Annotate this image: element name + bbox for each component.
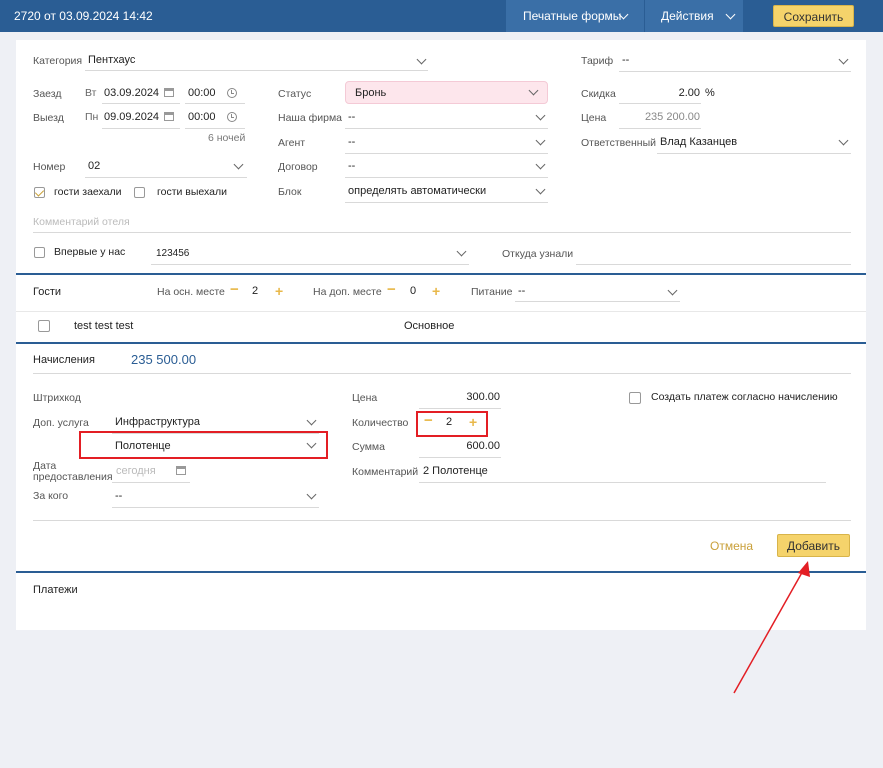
agent-select[interactable]: -- [348, 136, 355, 148]
booking-price-value: 235 200.00 [644, 111, 700, 123]
status-label: Статус [278, 88, 312, 100]
block-label: Блок [278, 186, 302, 198]
guests-checked-out-label: гости выехали [157, 186, 227, 198]
for-whom-select[interactable]: -- [115, 490, 122, 502]
charge-price-input[interactable]: 300.00 [420, 391, 500, 403]
checkin-date-input[interactable]: 03.09.2024 [104, 87, 159, 99]
category-select[interactable]: Пентхаус [88, 54, 135, 66]
actions-menu[interactable]: Действия [645, 0, 743, 32]
food-select[interactable]: -- [518, 285, 525, 297]
calendar-icon[interactable] [176, 466, 186, 475]
first-time-select[interactable]: 123456 [156, 248, 189, 259]
page-title: 2720 от 03.09.2024 14:42 [14, 9, 153, 23]
contract-select[interactable]: -- [348, 160, 355, 172]
discount-input[interactable]: 2.00 [620, 87, 700, 99]
check-icon [34, 187, 45, 197]
discount-label: Скидка [581, 88, 616, 100]
price-label: Цена [581, 112, 607, 124]
guests-checked-in-label: гости заехали [54, 186, 122, 198]
agent-label: Агент [278, 137, 306, 149]
main-place-value[interactable]: 2 [252, 285, 258, 297]
create-payment-label: Создать платеж согласно начислению [651, 391, 838, 403]
plus-icon[interactable]: + [432, 284, 440, 298]
subservice-select[interactable]: Полотенце [115, 440, 171, 452]
arrow-head [798, 561, 810, 577]
room-label: Номер [33, 161, 66, 173]
chevron-down-icon [725, 9, 736, 20]
checkin-day: Вт [85, 87, 97, 99]
sum-label: Сумма [352, 441, 385, 453]
annotation-arrow [733, 561, 810, 694]
responsible-select[interactable]: Влад Казанцев [660, 136, 737, 148]
room-select[interactable]: 02 [88, 160, 100, 172]
chevron-down-icon [528, 85, 539, 96]
tariff-select[interactable]: -- [622, 54, 629, 66]
print-forms-menu[interactable]: Печатные формы [506, 0, 644, 32]
section-divider [16, 342, 866, 344]
plus-icon[interactable]: + [469, 415, 477, 429]
top-bar: 2720 от 03.09.2024 14:42 Печатные формы … [0, 0, 883, 32]
minus-icon[interactable]: − [387, 282, 396, 297]
charge-price-label: Цена [352, 392, 378, 404]
contract-label: Договор [278, 161, 318, 173]
charges-section-title: Начисления [33, 354, 95, 366]
status-select[interactable]: Бронь [345, 81, 548, 104]
payments-section-title: Платежи [33, 584, 78, 596]
guest-row-checkbox[interactable] [38, 320, 50, 332]
plus-icon[interactable]: + [275, 284, 283, 298]
clock-icon[interactable] [227, 88, 237, 98]
guests-section-title: Гости [33, 286, 62, 298]
provision-date-input[interactable]: сегодня [116, 465, 156, 477]
responsible-label: Ответственный [581, 137, 656, 149]
first-time-checkbox[interactable] [34, 247, 45, 258]
hotel-comment-input[interactable]: Комментарий отеля [33, 216, 130, 228]
save-button[interactable]: Сохранить [773, 5, 854, 27]
guest-row-type: Основное [404, 320, 455, 332]
section-divider [16, 273, 866, 275]
service-label: Доп. услуга [33, 417, 89, 429]
quantity-label: Количество [352, 417, 409, 429]
for-whom-label: За кого [33, 490, 69, 502]
minus-icon[interactable]: − [230, 282, 239, 297]
category-label: Категория [33, 55, 83, 67]
date-label-line2: предоставления [33, 471, 113, 483]
food-label: Питание [471, 286, 513, 298]
calendar-icon[interactable] [164, 112, 174, 121]
cancel-button[interactable]: Отмена [710, 539, 753, 553]
comment-label: Комментарий [352, 466, 419, 478]
sum-value: 600.00 [466, 440, 500, 452]
first-time-label: Впервые у нас [54, 246, 126, 258]
barcode-label: Штрихкод [33, 392, 81, 404]
discount-unit: % [705, 87, 715, 99]
comment-input[interactable]: 2 Полотенце [423, 465, 488, 477]
source-label: Откуда узнали [502, 248, 574, 260]
nights-count: 6 ночей [208, 132, 246, 144]
guests-checked-out-checkbox[interactable] [134, 187, 145, 198]
firm-select[interactable]: -- [348, 111, 355, 123]
charges-total: 235 500.00 [131, 352, 197, 367]
quantity-value[interactable]: 2 [446, 416, 452, 428]
extra-place-value[interactable]: 0 [410, 285, 416, 297]
checkin-time-input[interactable]: 00:00 [188, 87, 216, 99]
guest-row-name[interactable]: test test test [74, 320, 133, 332]
checkout-date-input[interactable]: 09.09.2024 [104, 111, 159, 123]
main-place-label: На осн. месте [157, 286, 225, 298]
minus-icon[interactable]: − [424, 413, 433, 428]
guests-checked-in-checkbox[interactable] [34, 187, 45, 198]
extra-place-label: На доп. месте [313, 286, 382, 298]
firm-label: Наша фирма [278, 112, 343, 124]
calendar-icon[interactable] [164, 88, 174, 97]
arrow-line [733, 568, 805, 694]
block-select[interactable]: определять автоматически [348, 185, 486, 197]
create-payment-checkbox[interactable] [629, 392, 641, 404]
checkout-time-input[interactable]: 00:00 [188, 111, 216, 123]
checkout-day: Пн [85, 111, 99, 123]
tariff-label: Тариф [581, 55, 614, 67]
clock-icon[interactable] [227, 112, 237, 122]
service-select[interactable]: Инфраструктура [115, 416, 200, 428]
checkout-label: Выезд [33, 112, 64, 124]
add-button[interactable]: Добавить [777, 534, 850, 557]
checkin-label: Заезд [33, 88, 62, 100]
